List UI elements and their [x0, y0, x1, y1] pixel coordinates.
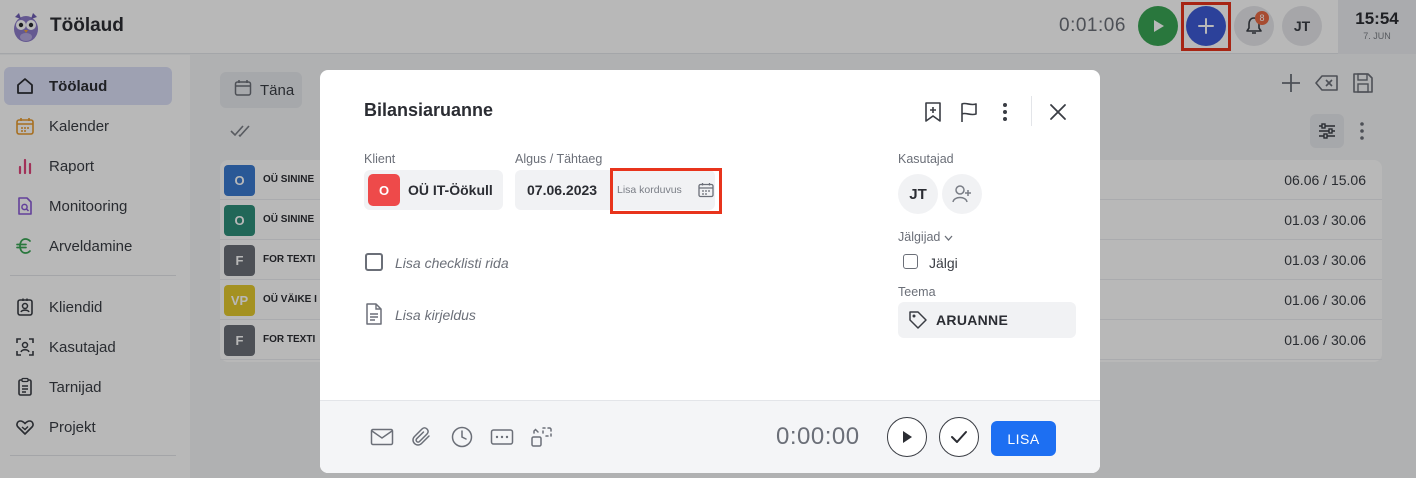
bookmark-add-button[interactable]	[921, 100, 945, 124]
highlight-box	[610, 168, 722, 214]
follow-checkbox[interactable]	[903, 254, 918, 269]
clock-icon	[451, 426, 473, 448]
more-options-button[interactable]	[993, 100, 1017, 124]
users-label: Kasutajad	[898, 152, 954, 166]
start-task-timer-button[interactable]	[887, 417, 927, 457]
task-timer: 0:00:00	[776, 423, 860, 450]
add-checklist-row[interactable]: Lisa checklisti rida	[395, 255, 509, 271]
client-initial-badge: O	[368, 174, 400, 206]
message-dots-icon	[490, 429, 514, 445]
email-button[interactable]	[370, 425, 394, 449]
follow-label: Jälgi	[929, 255, 958, 271]
bookmark-plus-icon	[925, 102, 941, 122]
user-plus-icon	[952, 185, 971, 203]
date-value: 07.06.2023	[527, 182, 598, 198]
mail-icon	[370, 428, 394, 446]
add-description[interactable]: Lisa kirjeldus	[395, 307, 476, 323]
checklist-checkbox[interactable]	[365, 253, 383, 271]
add-user-button[interactable]	[942, 174, 982, 214]
task-title[interactable]: Bilansiaruanne	[364, 100, 493, 121]
header-divider	[1031, 96, 1032, 126]
flag-button[interactable]	[957, 100, 981, 124]
followers-label[interactable]: Jälgijad	[898, 230, 953, 244]
play-icon	[903, 431, 912, 443]
chevron-down-icon	[944, 235, 953, 241]
dashed-squares-icon	[531, 427, 552, 447]
comment-button[interactable]	[490, 425, 514, 449]
close-icon	[1050, 104, 1066, 120]
flag-icon	[961, 102, 977, 122]
client-name: OÜ IT-Öökull	[408, 182, 493, 198]
theme-label: Teema	[898, 285, 936, 299]
client-selector[interactable]: O OÜ IT-Öökull	[364, 170, 503, 210]
theme-selector[interactable]: ARUANNE	[898, 302, 1076, 338]
complete-task-button[interactable]	[939, 417, 979, 457]
paperclip-icon	[412, 427, 430, 446]
add-task-button[interactable]: LISA	[991, 421, 1056, 456]
task-modal: Bilansiaruanne Klient O OÜ IT-Öökull Alg…	[320, 70, 1100, 473]
assigned-user-avatar[interactable]: JT	[898, 174, 938, 214]
document-icon	[366, 303, 382, 325]
theme-value: ARUANNE	[936, 312, 1009, 328]
checkmark-icon	[951, 431, 967, 443]
modal-footer: 0:00:00 LISA	[320, 400, 1100, 473]
time-button[interactable]	[450, 425, 474, 449]
client-label: Klient	[364, 152, 396, 166]
tag-icon	[909, 311, 927, 329]
attach-button[interactable]	[410, 425, 434, 449]
close-button[interactable]	[1046, 100, 1070, 124]
date-label: Algus / Tähtaeg	[515, 152, 603, 166]
subtask-button[interactable]	[530, 425, 554, 449]
more-vertical-icon	[1003, 103, 1007, 121]
